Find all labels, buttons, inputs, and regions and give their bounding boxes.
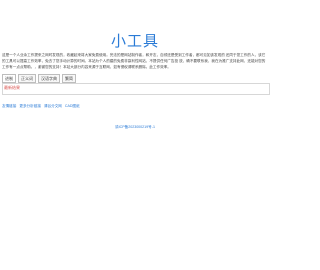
- friend-link-3[interactable]: 清谷分文网: [44, 104, 62, 109]
- footer-icp[interactable]: 滇ICP备2023000219号-1: [0, 125, 270, 130]
- friend-link-4[interactable]: CAD图纸: [65, 104, 80, 109]
- tab-synonyms[interactable]: 正义词: [18, 74, 36, 83]
- tool-tabs: 进制 正义词 汉语字典 繁简: [2, 74, 76, 83]
- page: 小工具 这是一个人业余工作提来之网时发现的，收藏起来将大家免费使用。完法的是网站…: [0, 0, 270, 270]
- friend-link-1[interactable]: 友情链接: [2, 104, 16, 109]
- intro-text: 这是一个人业余工作提来之网时发现的，收藏起来将大家免费使用。完法的是网站制作者，…: [2, 53, 266, 69]
- site-title: 小工具: [110, 33, 159, 50]
- section-heading: 最新结果: [4, 85, 20, 90]
- friend-link-2[interactable]: 更多分析链接: [19, 104, 41, 109]
- friend-links: 友情链接 更多分析链接 清谷分文网 CAD图纸: [2, 104, 80, 109]
- tool-content-panel: [2, 83, 270, 95]
- tab-traditional-simplified[interactable]: 繁简: [62, 74, 76, 83]
- tab-chinese-dictionary[interactable]: 汉语字典: [38, 74, 60, 83]
- tab-base-conversion[interactable]: 进制: [2, 74, 16, 83]
